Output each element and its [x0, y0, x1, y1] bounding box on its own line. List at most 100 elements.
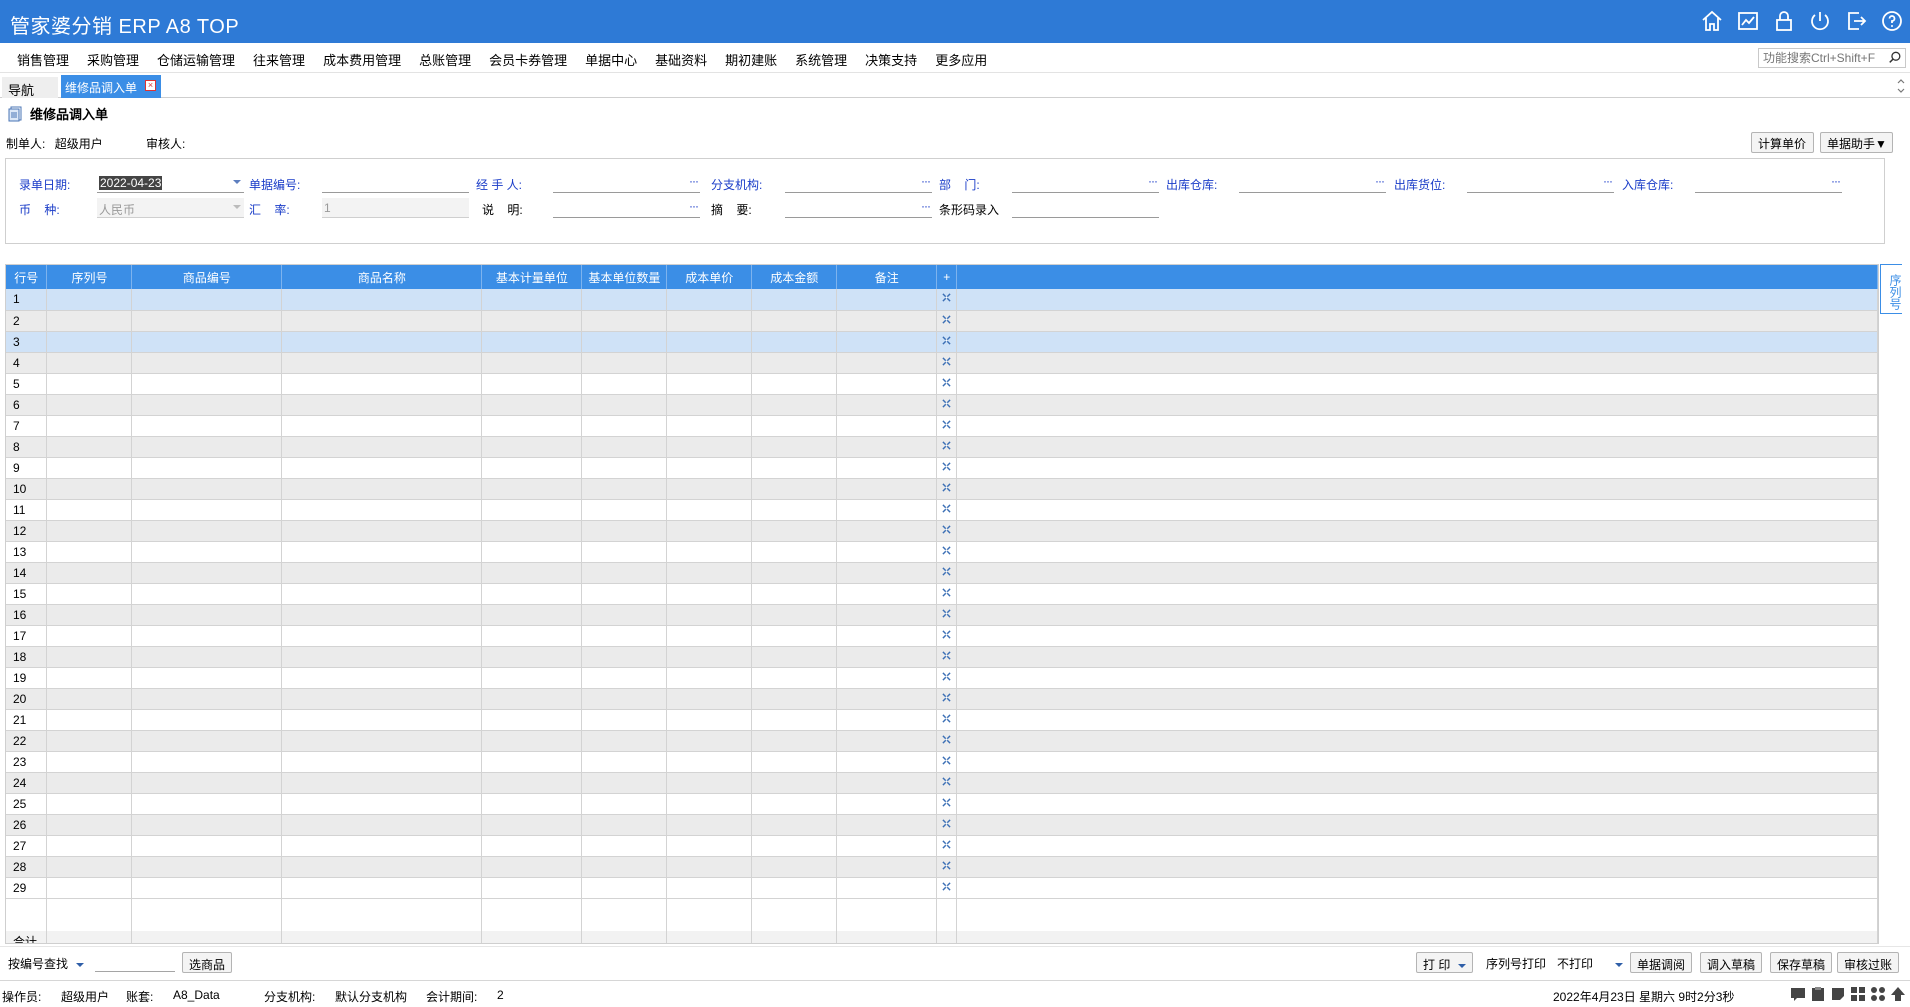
table-cell[interactable]: [281, 310, 483, 332]
table-cell[interactable]: [281, 289, 483, 311]
chevron-down-icon[interactable]: [233, 180, 241, 184]
table-cell[interactable]: [131, 625, 283, 647]
table-cell[interactable]: [836, 457, 938, 479]
load-draft-button[interactable]: 调入草稿: [1700, 952, 1763, 973]
table-cell[interactable]: [481, 730, 583, 752]
delete-row-icon[interactable]: [936, 331, 958, 353]
tab-scroll-icon[interactable]: [1896, 77, 1906, 95]
table-cell[interactable]: [131, 604, 283, 626]
note-icon[interactable]: [1830, 986, 1846, 1002]
branch-input[interactable]: ···: [785, 173, 932, 193]
table-cell[interactable]: [46, 520, 133, 542]
lookup-dots-icon[interactable]: ···: [1375, 174, 1385, 188]
menu-item[interactable]: 成本费用管理: [314, 50, 410, 69]
table-cell[interactable]: [581, 562, 668, 584]
select-goods-button[interactable]: 选商品: [182, 952, 233, 973]
table-cell[interactable]: [281, 415, 483, 437]
menu-item[interactable]: 总账管理: [410, 50, 480, 69]
serial-side-tab[interactable]: 序列号: [1880, 264, 1902, 314]
delete-row-icon[interactable]: [936, 772, 958, 794]
table-cell[interactable]: [131, 289, 283, 311]
table-cell[interactable]: [836, 877, 938, 899]
table-row[interactable]: 8: [6, 436, 1878, 458]
table-cell[interactable]: [666, 562, 753, 584]
tab-repair-transfer-in[interactable]: 维修品调入单 ×: [61, 75, 161, 98]
table-cell[interactable]: [666, 835, 753, 857]
lookup-input[interactable]: [95, 952, 175, 972]
delete-row-icon[interactable]: [936, 394, 958, 416]
table-cell[interactable]: [131, 709, 283, 731]
table-cell[interactable]: [481, 562, 583, 584]
table-cell[interactable]: [666, 394, 753, 416]
menu-item[interactable]: 仓储运输管理: [148, 50, 244, 69]
table-cell[interactable]: [836, 835, 938, 857]
table-cell[interactable]: [46, 856, 133, 878]
date-input[interactable]: 2022-04-23: [97, 173, 244, 193]
table-cell[interactable]: [751, 625, 838, 647]
table-cell[interactable]: [751, 457, 838, 479]
table-cell[interactable]: [481, 772, 583, 794]
table-cell[interactable]: [836, 562, 938, 584]
search-icon[interactable]: [1888, 51, 1902, 65]
table-cell[interactable]: [836, 625, 938, 647]
table-cell[interactable]: [481, 793, 583, 815]
table-cell[interactable]: [836, 520, 938, 542]
delete-row-icon[interactable]: [936, 625, 958, 647]
column-header[interactable]: 成本单价: [666, 265, 753, 289]
table-cell[interactable]: [581, 751, 668, 773]
table-cell[interactable]: [581, 520, 668, 542]
table-cell[interactable]: [836, 373, 938, 395]
table-cell[interactable]: [666, 373, 753, 395]
table-cell[interactable]: [131, 772, 283, 794]
table-cell[interactable]: [281, 394, 483, 416]
apps-icon[interactable]: [1870, 986, 1886, 1002]
table-cell[interactable]: [481, 499, 583, 521]
table-cell[interactable]: [836, 814, 938, 836]
column-header[interactable]: 商品编号: [131, 265, 283, 289]
table-cell[interactable]: [281, 541, 483, 563]
handler-input[interactable]: ···: [553, 173, 700, 193]
table-cell[interactable]: [481, 541, 583, 563]
table-cell[interactable]: [751, 751, 838, 773]
table-cell[interactable]: [581, 583, 668, 605]
menu-item[interactable]: 基础资料: [646, 50, 716, 69]
table-cell[interactable]: [581, 688, 668, 710]
table-cell[interactable]: [46, 751, 133, 773]
table-cell[interactable]: [46, 877, 133, 899]
table-cell[interactable]: [481, 583, 583, 605]
table-cell[interactable]: [581, 478, 668, 500]
table-cell[interactable]: [581, 730, 668, 752]
table-cell[interactable]: [46, 415, 133, 437]
table-cell[interactable]: [46, 352, 133, 374]
up-arrow-icon[interactable]: [1890, 986, 1906, 1002]
table-cell[interactable]: [666, 478, 753, 500]
table-cell[interactable]: [836, 646, 938, 668]
column-header[interactable]: 序列号: [46, 265, 133, 289]
table-cell[interactable]: [46, 373, 133, 395]
table-cell[interactable]: [281, 562, 483, 584]
table-cell[interactable]: [46, 331, 133, 353]
delete-row-icon[interactable]: [936, 562, 958, 584]
table-cell[interactable]: [581, 835, 668, 857]
table-cell[interactable]: [281, 667, 483, 689]
delete-row-icon[interactable]: [936, 688, 958, 710]
table-cell[interactable]: [281, 814, 483, 836]
table-cell[interactable]: [836, 394, 938, 416]
table-cell[interactable]: [666, 688, 753, 710]
table-row[interactable]: 7: [6, 415, 1878, 437]
table-cell[interactable]: [46, 730, 133, 752]
table-row[interactable]: 9: [6, 457, 1878, 479]
clipboard-icon[interactable]: [1810, 986, 1826, 1002]
table-cell[interactable]: [751, 394, 838, 416]
table-cell[interactable]: [751, 730, 838, 752]
table-cell[interactable]: [481, 751, 583, 773]
function-search[interactable]: [1758, 48, 1906, 68]
table-cell[interactable]: [751, 772, 838, 794]
table-cell[interactable]: [581, 772, 668, 794]
table-cell[interactable]: [281, 835, 483, 857]
table-row[interactable]: 18: [6, 646, 1878, 668]
save-draft-button[interactable]: 保存草稿: [1770, 952, 1833, 973]
table-row[interactable]: 24: [6, 772, 1878, 794]
chevron-down-icon[interactable]: [233, 205, 241, 209]
table-cell[interactable]: [131, 793, 283, 815]
